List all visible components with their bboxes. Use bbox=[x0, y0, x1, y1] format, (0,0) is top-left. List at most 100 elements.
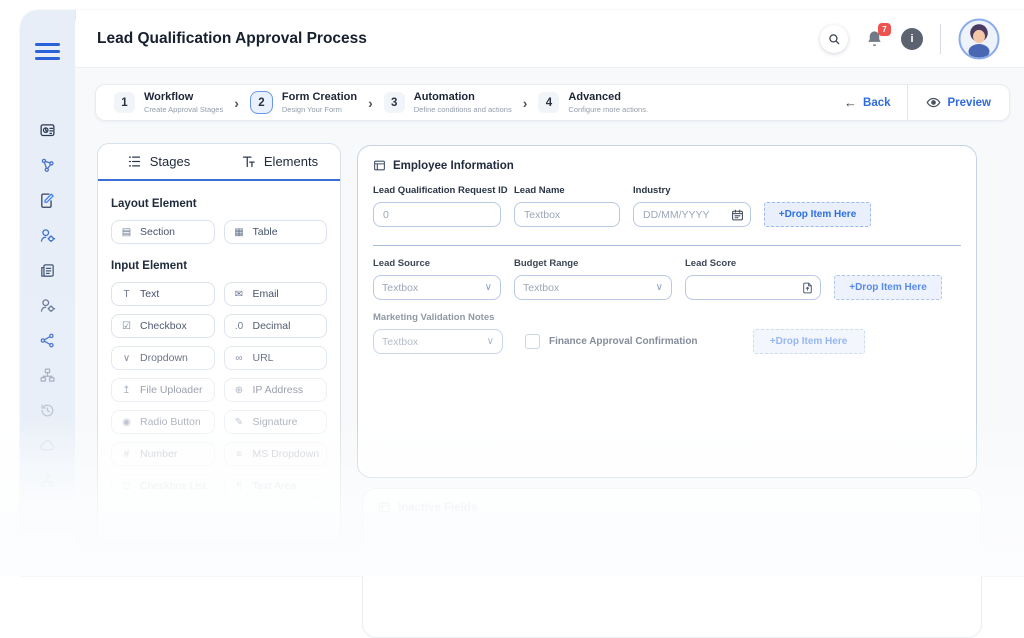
documents-icon[interactable] bbox=[39, 262, 56, 279]
section-title: Employee Information bbox=[393, 160, 514, 172]
hamburger-menu-icon[interactable] bbox=[35, 43, 60, 63]
chip-checkbox[interactable]: ☑Checkbox bbox=[111, 314, 215, 338]
checkbox-unchecked[interactable] bbox=[525, 334, 540, 349]
step-number: 4 bbox=[538, 92, 559, 113]
history-icon[interactable] bbox=[39, 402, 56, 419]
step-form-creation[interactable]: 2 Form Creation Design Your Form bbox=[250, 91, 357, 114]
field-lead-qualification-request-id: Lead Qualification Request ID bbox=[373, 185, 501, 227]
ghost-chip bbox=[224, 506, 328, 530]
lead-source-select[interactable]: Textbox ∨ bbox=[373, 275, 501, 300]
chip-label: Signature bbox=[253, 416, 298, 428]
chip-number[interactable]: #Number bbox=[111, 442, 215, 466]
chip-label: Checkbox bbox=[140, 320, 187, 332]
step-automation[interactable]: 3 Automation Define conditions and actio… bbox=[384, 91, 512, 114]
inactive-fields-title: Inactive Fields bbox=[398, 502, 477, 514]
share-icon[interactable] bbox=[39, 332, 56, 349]
chip-decimal[interactable]: .0Decimal bbox=[224, 314, 328, 338]
page-title: Lead Qualification Approval Process bbox=[97, 30, 367, 48]
chip-label: Checkbox List bbox=[140, 480, 206, 492]
chip-url[interactable]: ∞URL bbox=[224, 346, 328, 370]
chip-checkbox-list[interactable]: ⊡ Checkbox List bbox=[111, 474, 215, 498]
preview-button[interactable]: Preview bbox=[908, 95, 1009, 110]
field-label: Marketing Validation Notes bbox=[373, 312, 503, 323]
user-settings-icon[interactable] bbox=[39, 297, 56, 314]
avatar-image bbox=[958, 18, 1000, 60]
chip-label: Text Area bbox=[253, 480, 297, 492]
email-icon: ✉ bbox=[233, 289, 246, 300]
dashboard-icon[interactable] bbox=[39, 122, 56, 139]
marketing-validation-notes-select[interactable]: Textbox ∨ bbox=[373, 329, 503, 354]
form-row-3: Marketing Validation Notes Textbox ∨ Fin… bbox=[373, 312, 961, 354]
number-icon: # bbox=[120, 449, 133, 460]
top-bar: Lead Qualification Approval Process 7 i bbox=[75, 10, 1024, 68]
field-label: Lead Source bbox=[373, 258, 501, 269]
user-avatar[interactable] bbox=[958, 18, 1000, 60]
section-icon bbox=[378, 501, 391, 514]
inactive-fields-panel: Inactive Fields bbox=[362, 488, 982, 638]
checkbox-label: Finance Approval Confirmation bbox=[549, 336, 698, 347]
chip-text-area[interactable]: ¶Text Area bbox=[224, 474, 328, 498]
tab-stages[interactable]: Stages bbox=[98, 144, 219, 179]
tab-elements[interactable]: Elements bbox=[219, 144, 340, 179]
step-title: Advanced bbox=[568, 91, 648, 105]
field-label: Lead Score bbox=[685, 258, 821, 269]
lead-qualification-request-id-input[interactable] bbox=[373, 202, 501, 227]
section-header: Employee Information bbox=[373, 159, 961, 172]
chip-signature[interactable]: ✎Signature bbox=[224, 410, 328, 434]
step-subtitle: Define conditions and actions bbox=[414, 105, 512, 114]
checkbox-list-icon: ⊡ bbox=[120, 481, 133, 492]
chip-email[interactable]: ✉Email bbox=[224, 282, 328, 306]
layout-chip-grid: ▤Section ▦Table bbox=[111, 220, 327, 244]
calendar-icon[interactable] bbox=[731, 208, 744, 221]
step-title: Workflow bbox=[144, 91, 223, 105]
chip-file-uploader[interactable]: ↥File Uploader bbox=[111, 378, 215, 402]
field-marketing-validation-notes: Marketing Validation Notes Textbox ∨ bbox=[373, 312, 503, 354]
number-stepper-icon[interactable] bbox=[801, 281, 814, 294]
back-button[interactable]: ← Back bbox=[828, 95, 907, 110]
chip-ip-address[interactable]: ⊕IP Address bbox=[224, 378, 328, 402]
chip-text[interactable]: TText bbox=[111, 282, 215, 306]
drop-zone-2[interactable]: +Drop Item Here bbox=[834, 275, 942, 300]
info-button[interactable]: i bbox=[901, 28, 923, 50]
tab-label: Elements bbox=[264, 154, 318, 169]
select-placeholder: Textbox bbox=[382, 336, 418, 348]
step-workflow[interactable]: 1 Workflow Create Approval Stages bbox=[114, 91, 223, 114]
info-icon: i bbox=[910, 33, 913, 45]
org-chart-icon[interactable] bbox=[39, 367, 56, 384]
field-lead-score: Lead Score bbox=[685, 258, 821, 300]
ip-address-icon: ⊕ bbox=[233, 385, 246, 396]
chevron-right-icon: › bbox=[368, 95, 373, 111]
step-advanced[interactable]: 4 Advanced Configure more actions. bbox=[538, 91, 648, 114]
tab-label: Stages bbox=[150, 154, 190, 169]
cloud-icon[interactable] bbox=[39, 437, 56, 454]
field-lead-name: Lead Name bbox=[514, 185, 620, 227]
sitemap-icon[interactable] bbox=[39, 472, 56, 489]
search-button[interactable] bbox=[820, 25, 848, 53]
preview-label: Preview bbox=[948, 97, 991, 109]
user-config-icon[interactable] bbox=[39, 227, 56, 244]
chip-table[interactable]: ▦Table bbox=[224, 220, 328, 244]
lead-name-input[interactable] bbox=[514, 202, 620, 227]
chip-dropdown[interactable]: ∨Dropdown bbox=[111, 346, 215, 370]
form-edit-icon[interactable] bbox=[39, 192, 56, 209]
left-rail bbox=[20, 10, 75, 576]
budget-range-select[interactable]: Textbox ∨ bbox=[514, 275, 672, 300]
chip-radio-button[interactable]: ◉Radio Button bbox=[111, 410, 215, 434]
chip-ms-dropdown[interactable]: ≡MS Dropdown bbox=[224, 442, 328, 466]
workflow-icon[interactable] bbox=[39, 157, 56, 174]
rail-icon-list bbox=[20, 122, 75, 489]
notification-badge: 7 bbox=[878, 23, 891, 36]
notifications-button[interactable]: 7 bbox=[865, 29, 884, 48]
chip-label: Radio Button bbox=[140, 416, 201, 428]
form-row-2: Lead Source Textbox ∨ Budget Range Textb… bbox=[373, 258, 961, 300]
field-label: Lead Qualification Request ID bbox=[373, 185, 501, 196]
drop-zone-3[interactable]: +Drop Item Here bbox=[753, 329, 865, 354]
field-finance-approval-confirmation[interactable]: Finance Approval Confirmation bbox=[525, 329, 698, 354]
drop-zone-1[interactable]: +Drop Item Here bbox=[764, 202, 871, 227]
element-palette-panel: Stages Elements Layout Element ▤Section … bbox=[97, 143, 341, 543]
ghost-chip bbox=[111, 506, 215, 530]
step-title: Automation bbox=[414, 91, 512, 105]
chip-section[interactable]: ▤Section bbox=[111, 220, 215, 244]
chip-label: File Uploader bbox=[140, 384, 202, 396]
chevron-right-icon: › bbox=[523, 95, 528, 111]
